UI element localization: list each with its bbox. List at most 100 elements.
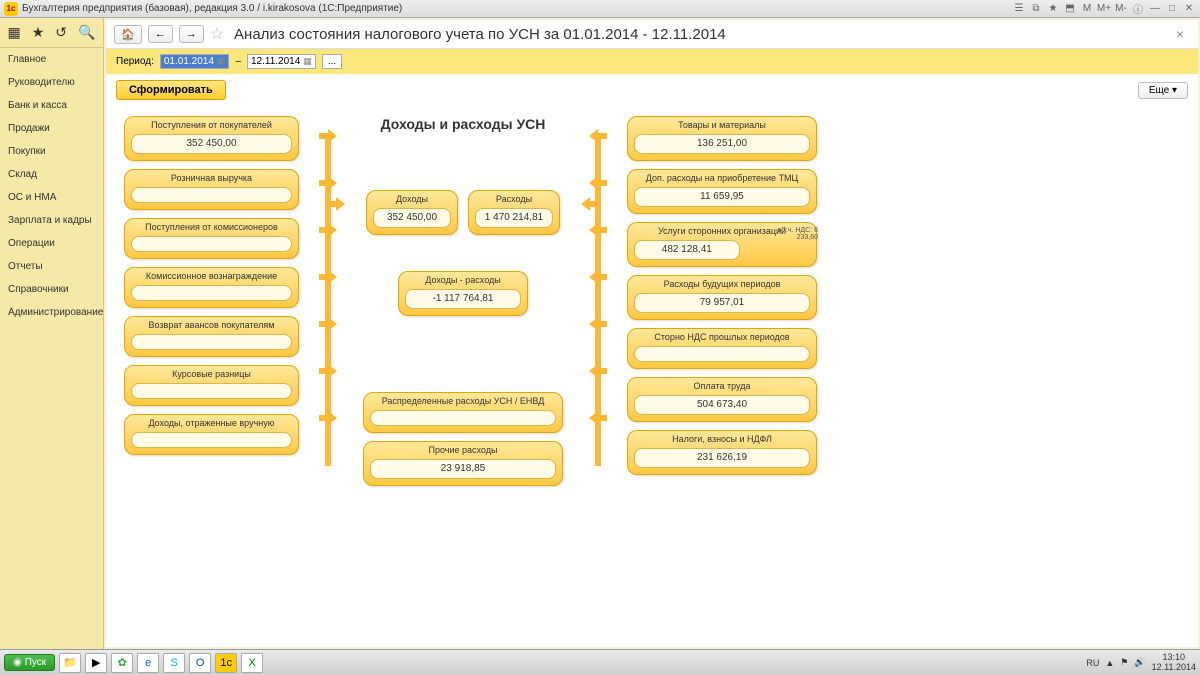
block-goods-materials[interactable]: Товары и материалы136 251,00	[627, 116, 817, 161]
block-other-expenses[interactable]: Прочие расходы23 918,85	[363, 441, 563, 486]
sidebar-item-catalogs[interactable]: Справочники	[0, 278, 103, 301]
close-icon[interactable]: ✕	[1182, 2, 1196, 16]
block-future-expenses[interactable]: Расходы будущих периодов79 957,01	[627, 275, 817, 320]
tray-flag-icon[interactable]: ⚑	[1120, 657, 1128, 668]
calendar-icon[interactable]: ▦	[303, 56, 312, 67]
sidebar-item-sales[interactable]: Продажи	[0, 117, 103, 140]
start-button[interactable]: ◉ Пуск	[4, 654, 55, 671]
sidebar-item-assets[interactable]: ОС и НМА	[0, 186, 103, 209]
star-icon[interactable]: ★	[32, 24, 45, 41]
block-income-total[interactable]: Доходы352 450,00	[366, 190, 458, 235]
spacer	[363, 152, 563, 182]
diagram: Поступления от покупателей352 450,00 Роз…	[124, 116, 1180, 486]
sidebar-item-admin[interactable]: Администрирование	[0, 301, 103, 324]
sidebar-item-bank[interactable]: Банк и касса	[0, 94, 103, 117]
sidebar-label: Зарплата и кадры	[8, 215, 92, 226]
block-vat-reversal[interactable]: Сторно НДС прошлых периодов	[627, 328, 817, 369]
period-picker-button[interactable]: ...	[322, 54, 342, 69]
taskbar-app-icon[interactable]: X	[241, 653, 263, 673]
os-taskbar: ◉ Пуск 📁 ▶ ✿ e S O 1c X RU ▲ ⚑ 🔊 13:10 1…	[0, 649, 1200, 675]
taskbar-app-icon[interactable]: e	[137, 653, 159, 673]
block-taxes-ndfl[interactable]: Налоги, взносы и НДФЛ231 626,19	[627, 430, 817, 475]
block-retail-revenue[interactable]: Розничная выручка	[124, 169, 299, 210]
block-distributed-expenses[interactable]: Распределенные расходы УСН / ЕНВД	[363, 392, 563, 433]
block-value	[131, 432, 292, 448]
sidebar-item-operations[interactable]: Операции	[0, 232, 103, 255]
block-title: Доходы, отраженные вручную	[131, 419, 292, 429]
title-icon[interactable]: ⬒	[1063, 2, 1077, 16]
block-manual-income[interactable]: Доходы, отраженные вручную	[124, 414, 299, 455]
block-currency-diff[interactable]: Курсовые разницы	[124, 365, 299, 406]
back-button[interactable]: ←	[148, 25, 173, 43]
taskbar-app-icon[interactable]: ▶	[85, 653, 107, 673]
sidebar-item-main[interactable]: Главное	[0, 48, 103, 71]
close-tab-icon[interactable]: ×	[1170, 26, 1190, 42]
sidebar-label: Банк и касса	[8, 100, 67, 111]
block-customer-receipts[interactable]: Поступления от покупателей352 450,00	[124, 116, 299, 161]
period-bar: Период: 01.01.2014▦ – 12.11.2014▦ ...	[106, 49, 1198, 74]
block-extra-purchase-costs[interactable]: Доп. расходы на приобретение ТМЦ11 659,9…	[627, 169, 817, 214]
title-icon[interactable]: M	[1080, 2, 1094, 16]
block-value: 352 450,00	[373, 208, 451, 228]
menu-icon[interactable]: ▦	[8, 24, 21, 41]
search-icon[interactable]: 🔍	[78, 24, 95, 41]
block-value: 79 957,01	[634, 293, 810, 313]
maximize-icon[interactable]: □	[1165, 2, 1179, 16]
block-expense-total[interactable]: Расходы1 470 214,81	[468, 190, 560, 235]
app-title: Бухгалтерия предприятия (базовая), редак…	[22, 3, 402, 14]
title-icon[interactable]: ☰	[1012, 2, 1026, 16]
help-icon[interactable]: ⓘ	[1131, 2, 1145, 16]
taskbar-app-icon[interactable]: 1c	[215, 653, 237, 673]
more-button[interactable]: Еще ▾	[1138, 82, 1188, 99]
tray-date: 12.11.2014	[1152, 663, 1196, 673]
taskbar-app-icon[interactable]: O	[189, 653, 211, 673]
block-value	[131, 334, 292, 350]
block-difference[interactable]: Доходы - расходы-1 117 764,81	[398, 271, 528, 316]
tray-volume-icon[interactable]: 🔊	[1134, 657, 1145, 668]
main-panel: 🏠 ← → ☆ Анализ состояния налогового учет…	[106, 20, 1198, 647]
block-value: 504 673,40	[634, 395, 810, 415]
sidebar: ▦ ★ ↺ 🔍 Главное Руководителю Банк и касс…	[0, 18, 104, 649]
block-title: Курсовые разницы	[131, 370, 292, 380]
block-value: 23 918,85	[370, 459, 556, 479]
block-wages[interactable]: Оплата труда504 673,40	[627, 377, 817, 422]
taskbar-app-icon[interactable]: ✿	[111, 653, 133, 673]
sidebar-item-warehouse[interactable]: Склад	[0, 163, 103, 186]
favorite-icon[interactable]: ☆	[210, 24, 224, 44]
arrow-left-icon	[597, 321, 607, 327]
block-thirdparty-services[interactable]: Услуги сторонних организаций482 128,41в …	[627, 222, 817, 267]
sidebar-label: Главное	[8, 54, 46, 65]
block-value: -1 117 764,81	[405, 289, 521, 309]
block-advance-returns[interactable]: Возврат авансов покупателям	[124, 316, 299, 357]
date-to-input[interactable]: 12.11.2014▦	[247, 54, 316, 69]
arrow-left-icon	[597, 415, 607, 421]
forward-button[interactable]: →	[179, 25, 204, 43]
spacer	[363, 324, 563, 384]
sidebar-item-reports[interactable]: Отчеты	[0, 255, 103, 278]
sidebar-item-salary[interactable]: Зарплата и кадры	[0, 209, 103, 232]
sidebar-item-manager[interactable]: Руководителю	[0, 71, 103, 94]
title-icon[interactable]: M+	[1097, 2, 1111, 16]
block-commissioner-receipts[interactable]: Поступления от комиссионеров	[124, 218, 299, 259]
title-icon[interactable]: ★	[1046, 2, 1060, 16]
minimize-icon[interactable]: —	[1148, 2, 1162, 16]
taskbar-app-icon[interactable]: S	[163, 653, 185, 673]
calendar-icon[interactable]: ▦	[217, 56, 226, 67]
taskbar-app-icon[interactable]: 📁	[59, 653, 81, 673]
title-icon[interactable]: M-	[1114, 2, 1128, 16]
tray-icon[interactable]: ▲	[1105, 658, 1114, 668]
arrow-right-icon	[319, 415, 329, 421]
title-icon[interactable]: ⧉	[1029, 2, 1043, 16]
block-commission-fee[interactable]: Комиссионное вознаграждение	[124, 267, 299, 308]
block-value: 136 251,00	[634, 134, 810, 154]
block-value	[131, 236, 292, 252]
arrow-right-icon	[319, 368, 329, 374]
history-icon[interactable]: ↺	[55, 24, 67, 41]
generate-button[interactable]: Сформировать	[116, 80, 226, 100]
income-sources-column: Поступления от покупателей352 450,00 Роз…	[124, 116, 299, 486]
tray-clock[interactable]: 13:10 12.11.2014	[1152, 653, 1196, 673]
sidebar-item-purchases[interactable]: Покупки	[0, 140, 103, 163]
tray-lang[interactable]: RU	[1086, 658, 1099, 668]
home-button[interactable]: 🏠	[114, 25, 142, 44]
date-from-input[interactable]: 01.01.2014▦	[160, 54, 230, 69]
